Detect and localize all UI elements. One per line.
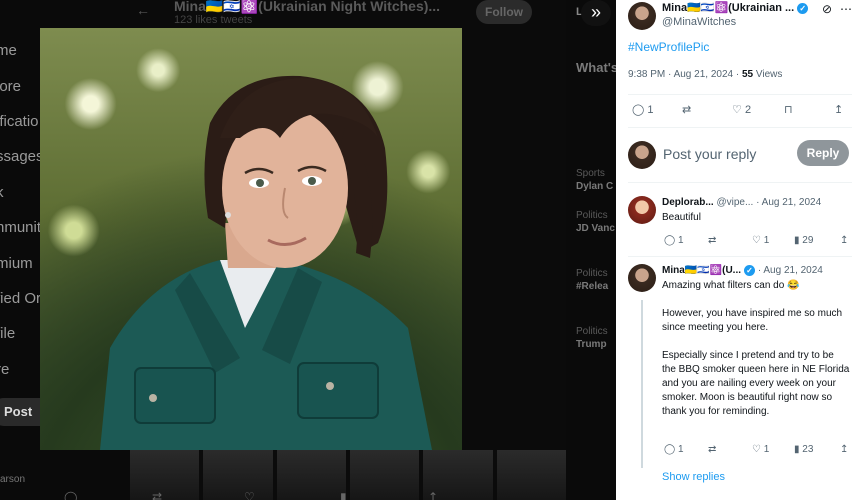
repost-icon[interactable]: ⇄ bbox=[152, 490, 162, 500]
reply-action[interactable]: ◯ 1 bbox=[632, 103, 654, 116]
nav-item-premium[interactable]: mium bbox=[0, 255, 33, 272]
account-name-fragment: arson bbox=[0, 474, 26, 485]
nav-item-verified-orgs[interactable]: fied Or bbox=[0, 290, 41, 307]
trend-tag: Politics bbox=[576, 326, 608, 337]
comment-views-action[interactable]: ▮ 29 bbox=[794, 235, 813, 246]
back-arrow-icon[interactable]: ← bbox=[136, 2, 150, 18]
trend-title[interactable]: Dylan C bbox=[576, 181, 613, 192]
post-hashtag[interactable]: #NewProfilePic bbox=[628, 40, 709, 54]
divider bbox=[628, 182, 852, 183]
nav-item-home[interactable]: me bbox=[0, 42, 17, 59]
post-timestamp: 9:38 PM · Aug 21, 2024 · 55 Views bbox=[628, 69, 783, 80]
reply-button[interactable]: Reply bbox=[797, 140, 849, 166]
author-handle[interactable]: @MinaWitches bbox=[662, 16, 736, 28]
reply-input[interactable]: Post your reply bbox=[663, 146, 756, 162]
portrait-illustration bbox=[100, 75, 432, 450]
divider bbox=[628, 127, 852, 128]
trend-tag: Sports bbox=[576, 168, 605, 179]
share-icon[interactable]: ↥ bbox=[834, 103, 843, 116]
views-count: 55 bbox=[741, 69, 754, 80]
comment-author[interactable]: Deplorab... @vipe... · Aug 21, 2024 bbox=[662, 197, 821, 208]
media-thumbnails bbox=[130, 450, 566, 500]
comment-views-action[interactable]: ▮ 23 bbox=[794, 444, 813, 455]
expand-panel-button[interactable]: » bbox=[581, 0, 611, 26]
comment-text: Beautiful bbox=[662, 212, 701, 223]
thread-line bbox=[641, 300, 643, 468]
comment-share-icon[interactable]: ↥ bbox=[840, 235, 848, 246]
follow-button[interactable]: Follow bbox=[476, 0, 532, 24]
verified-badge-icon: ✓ bbox=[744, 265, 756, 276]
nav-item-explore[interactable]: lore bbox=[0, 78, 21, 95]
views-icon[interactable]: ▮ bbox=[340, 490, 347, 500]
comment-text: Amazing what filters can do 😂 However, y… bbox=[662, 280, 850, 417]
more-options-icon[interactable]: ⋯ bbox=[840, 2, 852, 16]
commenter-avatar[interactable] bbox=[628, 196, 656, 224]
show-replies-link[interactable]: Show replies bbox=[662, 471, 725, 483]
trends-heading: What's bbox=[576, 60, 616, 75]
commenter-avatar[interactable] bbox=[628, 264, 656, 292]
current-user-avatar bbox=[628, 141, 656, 169]
grok-icon[interactable]: ⊘ bbox=[822, 2, 832, 16]
divider bbox=[628, 94, 852, 95]
share-icon[interactable]: ↥ bbox=[428, 490, 438, 500]
comment-share-icon[interactable]: ↥ bbox=[840, 444, 848, 455]
divider bbox=[628, 256, 852, 257]
like-icon[interactable]: ♡ bbox=[244, 490, 255, 500]
nav-item-profile[interactable]: file bbox=[0, 325, 15, 342]
nav-item-messages[interactable]: ssages bbox=[0, 148, 44, 165]
nav-item-notifications[interactable]: ificatio bbox=[0, 113, 39, 130]
trend-title[interactable]: #Relea bbox=[576, 281, 608, 292]
repost-icon: ⇄ bbox=[682, 104, 692, 116]
author-avatar[interactable] bbox=[628, 2, 656, 30]
profile-header-subtitle: 123 likes tweets bbox=[174, 14, 253, 26]
repost-action[interactable]: ⇄ bbox=[682, 103, 691, 116]
trend-tag: Politics bbox=[576, 268, 608, 279]
comment-author[interactable]: Mina🇺🇦🇮🇱⚛️(U... ✓ · Aug 21, 2024 bbox=[662, 265, 823, 276]
comment-reply-action[interactable]: ◯ 1 bbox=[664, 444, 684, 455]
reply-icon[interactable]: ◯ bbox=[64, 490, 77, 500]
trend-tag: Politics bbox=[576, 210, 608, 221]
profile-photo[interactable] bbox=[40, 28, 462, 450]
like-icon: ♡ bbox=[732, 104, 742, 116]
trend-title[interactable]: JD Vanc bbox=[576, 223, 615, 234]
comment-repost-icon[interactable]: ⇄ bbox=[708, 235, 716, 246]
comment-repost-icon[interactable]: ⇄ bbox=[708, 444, 716, 455]
trend-title[interactable]: Trump bbox=[576, 339, 607, 350]
bookmark-icon[interactable]: ⊓ bbox=[784, 103, 793, 116]
post-detail-panel: Mina🇺🇦🇮🇱⚛️(Ukrainian ... ✓ ⊘ ⋯ @MinaWitch… bbox=[616, 0, 855, 500]
comment-like-action[interactable]: ♡ 1 bbox=[752, 444, 769, 455]
profile-header-title: Mina🇺🇦🇮🇱⚛️(Ukrainian Night Witches)... bbox=[174, 0, 441, 14]
nav-item-grok[interactable]: k bbox=[0, 184, 4, 201]
verified-badge-icon: ✓ bbox=[797, 2, 809, 14]
like-action[interactable]: ♡ 2 bbox=[732, 103, 751, 116]
comment-reply-action[interactable]: ◯ 1 bbox=[664, 235, 684, 246]
trends-sidebar: What's Lo Sports Dylan C Politics JD Van… bbox=[566, 0, 616, 500]
author-name[interactable]: Mina🇺🇦🇮🇱⚛️(Ukrainian ... ✓ bbox=[662, 1, 809, 14]
nav-item-communities[interactable]: nmuniti bbox=[0, 219, 44, 236]
nav-item-more[interactable]: re bbox=[0, 361, 9, 378]
comment-like-action[interactable]: ♡ 1 bbox=[752, 235, 769, 246]
reply-icon: ◯ bbox=[632, 104, 645, 116]
